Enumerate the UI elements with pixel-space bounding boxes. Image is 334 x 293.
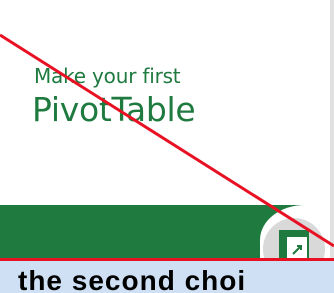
bottom-caption-text: the second choi — [18, 265, 247, 293]
pivot-table-icon — [279, 230, 309, 258]
bottom-caption-bar: the second choi — [0, 258, 334, 293]
card-subtitle: Make your first — [34, 64, 181, 88]
template-card-pivottable[interactable]: Make your first PivotTable — [0, 0, 334, 258]
card-title: PivotTable — [32, 90, 196, 129]
